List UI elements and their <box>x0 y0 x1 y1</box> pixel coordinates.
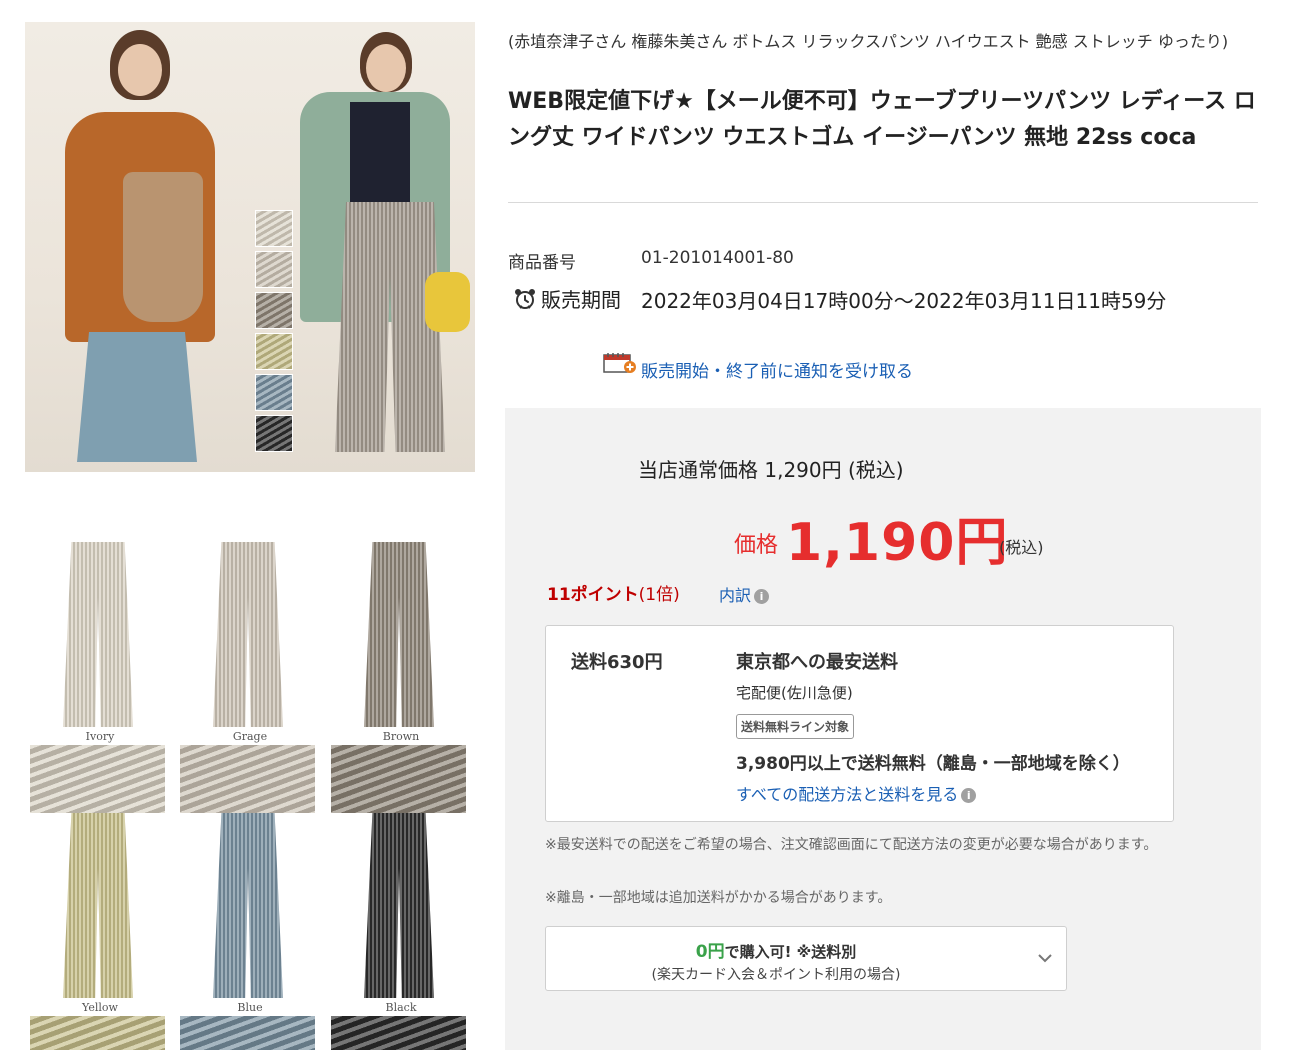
shipping-fee: 送料630円 <box>571 652 663 673</box>
calendar-add-icon[interactable] <box>603 352 637 374</box>
price-panel: 当店通常価格 1,290円 (税込) 価格 1,190円 (税込) 11ポイント… <box>505 408 1261 1050</box>
remote-area-note: ※離島・一部地域は追加送料がかかる場合があります。 <box>545 890 892 906</box>
price-value: 1,190円 <box>786 513 1009 573</box>
swatch-grage <box>255 251 293 288</box>
variant-label: Brown <box>382 730 420 743</box>
color-swatch-strip <box>255 210 295 456</box>
alarm-clock-icon <box>515 289 535 309</box>
variant-label: Yellow <box>82 1001 118 1014</box>
offer-headline-rest: で購入可! ※送料別 <box>724 943 857 961</box>
card-offer-dropdown[interactable]: 0円で購入可! ※送料別 (楽天カード入会＆ポイント利用の場合) <box>545 926 1067 991</box>
all-shipping-label[interactable]: すべての配送方法と送料を見る <box>736 785 958 804</box>
swatch-brown <box>255 292 293 329</box>
normal-price: 当店通常価格 1,290円 (税込) <box>638 458 904 482</box>
points-multiplier: (1倍) <box>638 585 680 605</box>
swatch-yellow <box>255 333 293 370</box>
shipping-note: ※最安送料での配送をご希望の場合、注文確認画面にて配送方法の変更が必要な場合があ… <box>545 837 1158 853</box>
free-shipping-line: 3,980円以上で送料無料（離島・一部地域を除く） <box>736 754 1130 774</box>
sale-period-value: 2022年03月04日17時00分〜2022年03月11日11時59分 <box>641 289 1167 313</box>
swatch-black <box>255 415 293 452</box>
product-title: WEB限定値下げ★【メール便不可】ウェーブプリーツパンツ レディース ロング丈 … <box>508 89 1256 150</box>
info-icon[interactable]: i <box>961 788 977 803</box>
product-main-image[interactable] <box>25 22 475 472</box>
model-left <box>55 22 225 472</box>
variant-label: Ivory <box>85 730 115 743</box>
card-offer-headline: 0円で購入可! ※送料別 <box>546 937 1006 962</box>
variant-label: Blue <box>237 1001 263 1014</box>
points-breakdown-link[interactable]: 内訳 i <box>719 582 770 606</box>
product-number-value: 01-201014001-80 <box>641 248 794 268</box>
notify-link[interactable]: 販売開始・終了前に通知を受け取る <box>641 357 913 382</box>
shipping-card: 送料630円 東京都への最安送料 宅配便(佐川急便) 送料無料ライン対象 3,9… <box>545 625 1174 822</box>
free-shipping-badge: 送料無料ライン対象 <box>736 714 855 739</box>
swatch-blue <box>255 374 293 411</box>
price-tax: (税込) <box>999 538 1044 557</box>
shipping-cheapest: 東京都への最安送料 <box>736 652 898 673</box>
variant-label: Grage <box>232 730 268 743</box>
chevron-down-icon[interactable] <box>1036 949 1054 967</box>
sale-period-label: 販売期間 <box>541 288 621 312</box>
all-shipping-link[interactable]: すべての配送方法と送料を見る i <box>736 781 977 805</box>
price-label: 価格 <box>734 533 779 558</box>
divider <box>508 202 1258 203</box>
offer-zero-price: 0円 <box>695 942 725 962</box>
color-variants-image[interactable]: Ivory Grage Brown Yellow Blue Black <box>25 530 475 1050</box>
points-value: 11ポイント <box>547 585 639 605</box>
swatch-ivory <box>255 210 293 247</box>
model-right <box>280 22 470 472</box>
points: 11ポイント(1倍) <box>547 580 680 605</box>
variant-label: Black <box>385 1001 417 1014</box>
breakdown-label[interactable]: 内訳 <box>719 586 751 605</box>
info-icon[interactable]: i <box>754 589 770 604</box>
card-offer-condition: (楽天カード入会＆ポイント利用の場合) <box>651 967 901 983</box>
product-number-label: 商品番号 <box>508 253 576 273</box>
shipping-carrier: 宅配便(佐川急便) <box>736 684 853 702</box>
catch-copy: (赤埴奈津子さん 権藤朱美さん ボトムス リラックスパンツ ハイウエスト 艶感 … <box>508 32 1229 51</box>
